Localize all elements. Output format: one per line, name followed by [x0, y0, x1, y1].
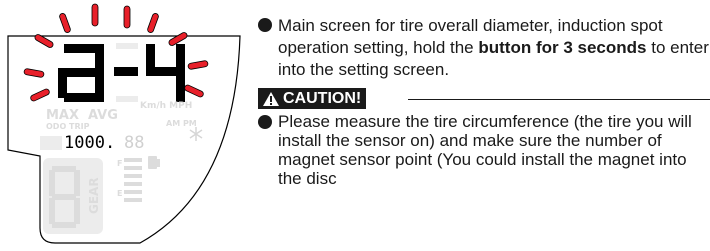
para1-bold: button for 3 seconds — [478, 38, 647, 57]
instructions-panel: Main screen for tire overall diameter, i… — [258, 15, 710, 188]
main-digit-a — [58, 44, 104, 102]
lcd-display-svg: MAX AVG Km/h MPH ODO TRIP AM PM 1000. 88… — [7, 3, 241, 244]
fuel-pump-icon — [148, 156, 160, 169]
bullet-icon — [258, 18, 272, 32]
caution-label: CAUTION! — [283, 89, 362, 107]
instruction-paragraph-1: Main screen for tire overall diameter, i… — [258, 15, 710, 81]
odo-reading-faint: 88 — [124, 133, 144, 153]
caution-badge: CAUTION! — [258, 88, 367, 109]
instruction-paragraph-2: Please measure the tire circumference (t… — [258, 112, 710, 188]
speed-units-label: Km/h MPH — [140, 101, 192, 111]
para2-text: Please measure the tire circumference (t… — [278, 112, 692, 188]
warning-triangle-icon — [263, 91, 279, 106]
fuel-full-mark: F — [117, 159, 122, 168]
bullet-icon — [258, 115, 272, 129]
fuel-empty-mark: E — [117, 189, 122, 198]
avg-label: AVG — [88, 108, 118, 123]
gear-label: GEAR — [87, 177, 101, 214]
clock-label: AM PM — [166, 119, 197, 128]
lcd-display-illustration: MAX AVG Km/h MPH ODO TRIP AM PM 1000. 88… — [0, 0, 250, 246]
fuel-gauge — [124, 158, 142, 202]
caution-divider — [408, 99, 710, 100]
snowflake-icon — [189, 127, 203, 141]
main-digit-dash — [114, 43, 138, 102]
odo-reading: 1000. — [64, 133, 115, 153]
odo-trip-label: ODO TRIP — [46, 122, 90, 131]
max-label: MAX — [46, 108, 79, 123]
odo-ghost-block — [40, 136, 62, 150]
caution-header: CAUTION! — [258, 88, 710, 110]
main-digit-4 — [146, 44, 185, 102]
